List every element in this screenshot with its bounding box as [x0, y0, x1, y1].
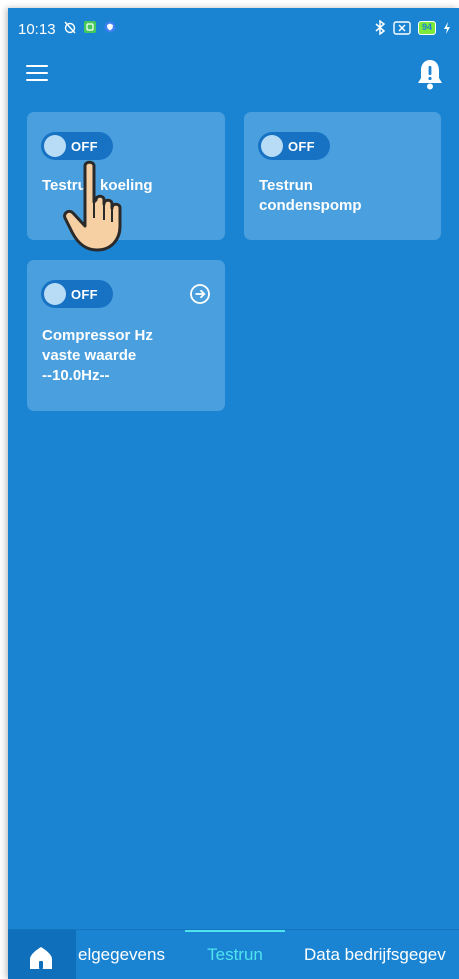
card-title-line: Compressor Hz [42, 327, 153, 344]
card-title-line: vaste waarde [42, 347, 137, 364]
tab-label: Testrun [207, 945, 263, 964]
hamburger-menu-icon[interactable] [26, 65, 48, 81]
alarm-off-icon [64, 21, 76, 34]
toggle-knob [261, 135, 283, 157]
tab-meetgegevens[interactable]: elgegevens [76, 930, 185, 979]
arrow-right-circle-icon[interactable] [189, 283, 211, 305]
home-button[interactable] [8, 930, 76, 979]
card-title-line: --10.0Hz-- [42, 367, 110, 384]
toggle-knob [44, 283, 66, 305]
testrun-koeling-toggle[interactable]: OFF [41, 132, 113, 160]
pointing-hand-icon [63, 160, 122, 252]
shield-icon [104, 21, 116, 33]
toggle-state-label: OFF [71, 287, 98, 302]
bell-alert-icon[interactable] [415, 58, 445, 90]
toggle-state-label: OFF [71, 139, 98, 154]
toggle-state-label: OFF [288, 139, 315, 154]
status-time: 10:13 [18, 21, 56, 38]
status-icons-left [63, 20, 117, 34]
tab-data-bedrijfsgegevens[interactable]: Data bedrijfsgegev [285, 930, 459, 979]
app-notification-icon [84, 21, 96, 33]
app-screen: 10:13 94 OFF Testrun koeling OFF Testrun… [8, 8, 459, 979]
card-title-line: condenspomp [259, 197, 362, 214]
home-icon [30, 947, 52, 969]
charging-icon [444, 21, 450, 34]
tab-testrun[interactable]: Testrun [185, 930, 285, 979]
bluetooth-icon [375, 20, 386, 35]
toggle-knob [44, 135, 66, 157]
battery-level: 94 [417, 20, 436, 35]
status-bar: 10:13 94 [8, 8, 459, 48]
card-title: Compressor Hz vaste waarde --10.0Hz-- [42, 326, 212, 386]
testrun-condenspomp-card: OFF Testrun condenspomp [244, 112, 441, 240]
bottom-tab-bar: elgegevens Testrun Data bedrijfsgegev [8, 929, 459, 979]
active-tab-indicator [185, 930, 285, 932]
no-sim-icon [393, 20, 411, 35]
card-title-line: Testrun [259, 177, 313, 194]
card-title: Testrun condenspomp [259, 176, 429, 216]
compressor-hz-toggle[interactable]: OFF [41, 280, 113, 308]
status-icons-right: 94 [374, 20, 451, 35]
compressor-hz-card: OFF Compressor Hz vaste waarde --10.0Hz-… [27, 260, 225, 411]
testrun-condenspomp-toggle[interactable]: OFF [258, 132, 330, 160]
